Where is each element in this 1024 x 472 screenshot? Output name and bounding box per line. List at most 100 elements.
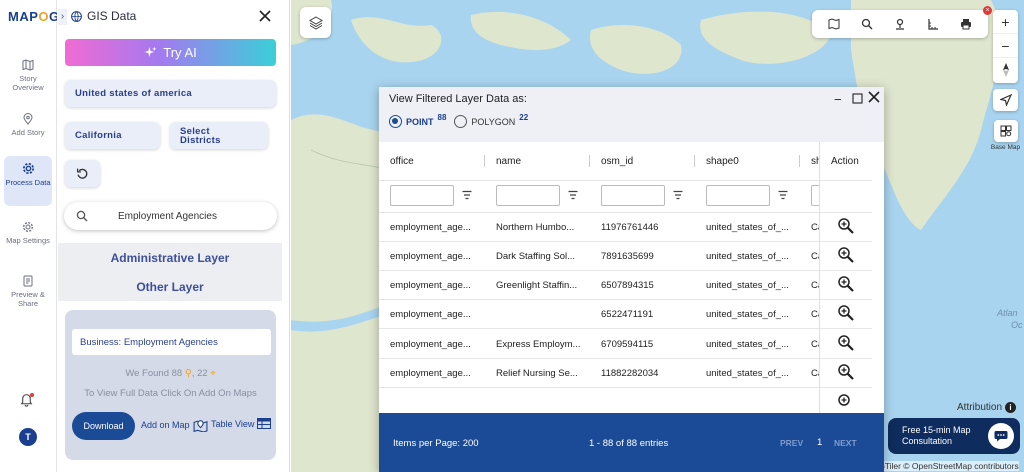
panel-title-text: GIS Data	[87, 9, 137, 23]
column-header-office[interactable]: office	[390, 142, 414, 180]
column-header-shape0[interactable]: shape0	[706, 142, 739, 180]
map-icon[interactable]	[828, 18, 840, 30]
column-header-osm-id[interactable]: osm_id	[601, 142, 633, 180]
collapse-panel-button[interactable]: ›	[58, 9, 67, 25]
attribution-toggle[interactable]: Attribution i	[957, 402, 1017, 413]
column-separator[interactable]	[484, 155, 485, 167]
search-input[interactable]: Employment Agencies	[64, 202, 277, 230]
search-icon[interactable]	[861, 18, 873, 30]
found-summary: We Found 88 ⚲, 22 ⌖	[125, 368, 216, 379]
zoom-to-feature-icon[interactable]	[837, 393, 855, 411]
rail-preview-share[interactable]: Preview & Share	[4, 269, 52, 319]
undo-icon	[76, 168, 88, 179]
radio-point[interactable]	[389, 115, 402, 128]
osm-credit[interactable]: pTiler © OpenStreetMap contributors	[880, 461, 1019, 471]
filter-input-osm-id[interactable]	[601, 185, 665, 206]
column-separator[interactable]	[799, 155, 800, 167]
radio-polygon-label: POLYGON	[471, 116, 516, 127]
maximize-button[interactable]	[852, 92, 863, 107]
layers-icon	[308, 15, 323, 30]
locate-button[interactable]	[993, 89, 1018, 111]
cell-office: employment_age...	[390, 280, 471, 291]
consultation-button[interactable]: Free 15-min Map Consultation	[888, 418, 1020, 454]
districts-label-line2: Districts	[180, 134, 221, 146]
filter-icon[interactable]	[778, 190, 788, 200]
current-page[interactable]: 1	[817, 437, 822, 448]
filter-input-office[interactable]	[390, 185, 454, 206]
zoom-to-feature-icon[interactable]	[837, 334, 855, 352]
minimize-button[interactable]: −	[834, 92, 842, 107]
other-layer-tab[interactable]: Other Layer	[58, 280, 282, 294]
cell-sh: Ca	[811, 222, 819, 233]
cell-sh: Ca	[811, 280, 819, 291]
select-districts-button[interactable]: Select Districts	[170, 122, 268, 149]
zoom-to-feature-icon[interactable]	[837, 275, 855, 293]
next-page-button[interactable]: NEXT	[834, 438, 857, 448]
map-label-ocean: Oc	[1011, 320, 1023, 330]
table-view-button[interactable]: Table View	[211, 418, 272, 429]
rail-story-overview[interactable]: Story Overview	[4, 53, 52, 103]
basemap-button[interactable]: Base Map	[988, 120, 1023, 151]
try-ai-label: Try AI	[163, 45, 197, 60]
measure-icon[interactable]	[927, 18, 939, 30]
avatar[interactable]: T	[19, 428, 37, 446]
filter-input-shape0[interactable]	[706, 185, 770, 206]
layers-button[interactable]	[300, 7, 331, 38]
try-ai-button[interactable]: Try AI	[65, 39, 276, 66]
cell-shape0: united_states_of_...	[706, 251, 789, 262]
zoom-out-button[interactable]: −	[993, 34, 1018, 58]
filter-icon[interactable]	[673, 190, 683, 200]
column-header-sh[interactable]: sh	[811, 142, 819, 180]
dialog-footer-pagination: Items per Page: 200 1 - 88 of 88 entries…	[379, 413, 884, 472]
administrative-layer-tab[interactable]: Administrative Layer	[58, 251, 282, 265]
column-separator[interactable]	[589, 155, 590, 167]
filter-icon[interactable]	[462, 190, 472, 200]
radio-polygon[interactable]	[454, 115, 468, 128]
zoom-to-feature-icon[interactable]	[837, 363, 855, 381]
rail-label-add-story: Add Story	[11, 128, 45, 137]
maximize-icon	[852, 93, 863, 104]
filter-input-name[interactable]	[496, 185, 560, 206]
compass-button[interactable]	[993, 58, 1018, 82]
search-query: Employment Agencies	[118, 210, 217, 222]
polygon-count: 22	[519, 113, 529, 122]
close-panel-button[interactable]	[258, 9, 272, 23]
layer-data-dialog: View Filtered Layer Data as: − POINT 88 …	[379, 87, 884, 472]
prev-page-button[interactable]: PREV	[780, 438, 803, 448]
toolbar-close-icon[interactable]: ×	[983, 6, 992, 15]
filter-divider	[379, 212, 872, 213]
print-icon[interactable]	[960, 18, 972, 30]
pin-icon	[23, 113, 33, 125]
found-points: 88	[171, 368, 183, 379]
zoom-in-button[interactable]: +	[993, 10, 1018, 34]
column-header-name[interactable]: name	[496, 142, 521, 180]
filter-icon[interactable]	[568, 190, 578, 200]
mapog-logo[interactable]: MAPOG	[8, 9, 60, 24]
zoom-to-feature-icon[interactable]	[837, 217, 855, 235]
column-separator[interactable]	[694, 155, 695, 167]
cell-office: employment_age...	[390, 339, 471, 350]
location-pin-icon[interactable]	[894, 18, 906, 30]
zoom-to-feature-icon[interactable]	[837, 246, 855, 264]
add-on-map-button[interactable]: Add on Map	[141, 418, 208, 432]
reset-button[interactable]	[65, 160, 100, 187]
radio-point-label: POINT	[406, 116, 434, 127]
download-button[interactable]: Download	[72, 412, 135, 440]
country-select[interactable]: United states of america	[65, 80, 276, 107]
header-divider	[379, 180, 872, 181]
items-per-page[interactable]: Items per Page: 200	[393, 438, 479, 449]
rail-map-settings[interactable]: Map Settings	[4, 215, 52, 265]
zoom-to-feature-icon[interactable]	[837, 304, 855, 322]
notification-bell[interactable]	[20, 393, 34, 410]
cell-osm-id: 7891635699	[601, 251, 654, 262]
dialog-close-button[interactable]	[868, 91, 880, 106]
rail-add-story[interactable]: Add Story	[4, 107, 52, 157]
filter-input-sh[interactable]	[811, 185, 819, 206]
cell-osm-id: 11882282034	[601, 368, 659, 379]
cell-shape0: united_states_of_...	[706, 368, 789, 379]
cell-office: employment_age...	[390, 251, 471, 262]
cell-sh: Ca	[811, 368, 819, 379]
row-divider	[379, 358, 872, 359]
state-select[interactable]: California	[65, 122, 160, 149]
rail-process-data[interactable]: Process Data	[4, 156, 52, 206]
